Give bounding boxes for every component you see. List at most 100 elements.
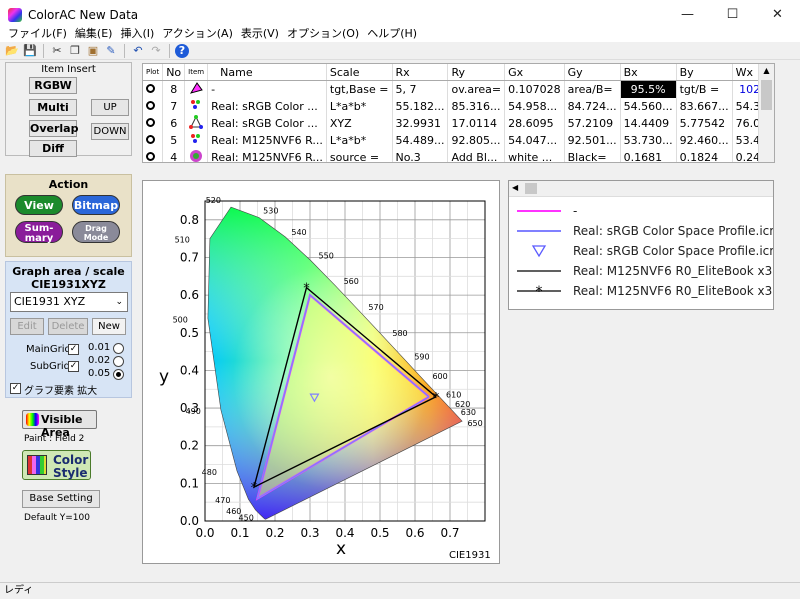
plot-toggle[interactable] (143, 132, 164, 149)
scroll-up-icon[interactable]: ▲ (759, 64, 774, 78)
row-by: tgt/B = (676, 80, 733, 98)
legend-line-icon (517, 210, 561, 212)
row-bx: 53.730... (620, 132, 677, 149)
col-no-header[interactable]: No (162, 64, 186, 81)
chevron-down-icon: ⌄ (115, 297, 123, 307)
legend-item[interactable]: Real: sRGB Color Space Profile.icm (509, 222, 773, 242)
x-tick-label: 0.1 (230, 526, 249, 540)
open-icon[interactable]: 📂 (4, 44, 20, 58)
col-ry-header[interactable]: Ry (447, 64, 506, 81)
chromaticity-chart-panel[interactable]: * * * 450 460 470 480 490 500 510 520 530 540 550 560… (142, 180, 500, 564)
cut-icon[interactable]: ✂ (49, 44, 65, 58)
table-row[interactable]: 4 Real: M125NVF6 R... source = No.3 Add … (143, 149, 774, 162)
sub-grid-checkbox[interactable]: ✓ (68, 361, 79, 372)
plot-circle-icon (146, 84, 155, 93)
legend-item[interactable]: Real: M125NVF6 R0_EliteBook x360 (509, 262, 773, 282)
wavelength-label: 630 (461, 408, 476, 417)
main-grid-checkbox[interactable]: ✓ (68, 344, 79, 355)
copy-icon[interactable]: ❐ (67, 44, 83, 58)
col-item-header[interactable]: Item (184, 64, 209, 81)
x-tick-label: 0.7 (440, 526, 459, 540)
menu-file[interactable]: ファイル(F) (4, 25, 71, 41)
paint-icon[interactable]: ✎ (103, 44, 119, 58)
new-button[interactable]: New (92, 318, 126, 335)
undo-icon[interactable]: ↶ (130, 44, 146, 58)
view-button[interactable]: View (15, 195, 63, 215)
legend-item[interactable]: - (509, 202, 773, 222)
redo-icon[interactable]: ↷ (148, 44, 164, 58)
rgbw-button[interactable]: RGBW (29, 77, 77, 94)
row-gy: 57.2109 (564, 115, 621, 132)
delete-button[interactable]: Delete (48, 318, 88, 335)
table-row[interactable]: 8 - tgt,Base = 5, 7 ov.area= 0.107028 ar… (143, 80, 774, 98)
visible-area-button[interactable]: Visible Area (22, 410, 97, 439)
wavelength-label: 650 (467, 419, 482, 428)
chart-y-label: y (159, 367, 170, 387)
scroll-left-icon[interactable]: ◀ (512, 183, 518, 192)
chart-footer: CIE1931 (449, 550, 491, 561)
col-scale-header[interactable]: Scale (326, 64, 393, 81)
paste-icon[interactable]: ▣ (85, 44, 101, 58)
wavelength-label: 470 (215, 496, 230, 505)
col-gy-header[interactable]: Gy (564, 64, 621, 81)
grid-001-radio[interactable] (113, 343, 124, 354)
grid-005-radio[interactable] (113, 369, 124, 380)
color-style-label-2: Style (53, 466, 88, 480)
col-rx-header[interactable]: Rx (392, 64, 449, 81)
plot-toggle[interactable] (143, 115, 164, 132)
table-vertical-scrollbar[interactable]: ▲ (758, 64, 774, 162)
col-plot-header[interactable]: Plot (143, 64, 164, 81)
help-icon[interactable]: ? (175, 43, 189, 58)
graph-type-select[interactable]: CIE1931 XYZ ⌄ (10, 292, 128, 312)
up-button[interactable]: UP (91, 99, 129, 116)
row-gx: white ... (504, 149, 565, 162)
data-table-panel: Plot No Item Name Scale Rx Ry Gx Gy Bx B… (142, 63, 775, 163)
plot-toggle[interactable] (143, 98, 164, 115)
menu-options[interactable]: オプション(O) (283, 25, 363, 41)
multi-button[interactable]: Multi (29, 99, 77, 116)
drag-label-2: Mode (83, 233, 109, 242)
sub-grid-label: SubGrid (30, 361, 71, 372)
left-panel: Item Insert RGBW Multi Overlap Diff UP D… (0, 60, 137, 582)
edit-button[interactable]: Edit (10, 318, 44, 335)
col-name-header[interactable]: Name (207, 64, 327, 81)
row-rx: 55.182... (392, 98, 449, 115)
scroll-thumb[interactable] (761, 80, 772, 110)
legend-item[interactable]: Real: sRGB Color Space Profile.icm (509, 242, 773, 262)
color-style-button[interactable]: Color Style (22, 450, 91, 480)
plot-toggle[interactable] (143, 80, 164, 98)
summary-button[interactable]: Sum- mary (15, 221, 63, 244)
overlap-button[interactable]: Overlap (29, 120, 78, 137)
menu-edit[interactable]: 編集(E) (71, 25, 117, 41)
down-button[interactable]: DOWN (91, 123, 129, 140)
base-setting-button[interactable]: Base Setting (22, 490, 100, 508)
drag-mode-button[interactable]: Drag Mode (72, 221, 120, 243)
menu-help[interactable]: ヘルプ(H) (363, 25, 421, 41)
toolbar: 📂 💾 ✂ ❐ ▣ ✎ ↶ ↷ ? (0, 42, 800, 60)
plot-toggle[interactable] (143, 149, 164, 162)
legend-item[interactable]: * Real: M125NVF6 R0_EliteBook x360 (509, 282, 773, 302)
col-gx-header[interactable]: Gx (504, 64, 565, 81)
diff-button[interactable]: Diff (29, 140, 77, 157)
plot-circle-icon (146, 118, 155, 127)
row-gy: 84.724... (564, 98, 621, 115)
save-icon[interactable]: 💾 (22, 44, 38, 58)
menu-view[interactable]: 表示(V) (237, 25, 283, 41)
row-by: 83.667... (676, 98, 733, 115)
menu-insert[interactable]: 挿入(I) (116, 25, 158, 41)
col-bx-header[interactable]: Bx (620, 64, 677, 81)
table-row[interactable]: 7 Real: sRGB Color ... L*a*b* 55.182... … (143, 98, 774, 115)
table-row[interactable]: 6 Real: sRGB Color ... XYZ 32.9931 17.01… (143, 115, 774, 132)
row-bx: 0.1681 (620, 149, 677, 162)
expand-checkbox[interactable]: ✓ (10, 383, 21, 394)
legend-horizontal-scrollbar[interactable]: ◀ (509, 181, 773, 197)
grid-002-radio[interactable] (113, 356, 124, 367)
x-tick-label: 0.4 (335, 526, 354, 540)
table-row[interactable]: 5 Real: M125NVF6 R... L*a*b* 54.489... 9… (143, 132, 774, 149)
col-by-header[interactable]: By (676, 64, 733, 81)
scroll-thumb[interactable] (525, 183, 537, 194)
wavelength-label: 600 (432, 372, 447, 381)
menu-action[interactable]: アクション(A) (158, 25, 237, 41)
bitmap-button[interactable]: Bitmap (72, 195, 120, 215)
graph-type-value: CIE1931 XYZ (14, 295, 86, 308)
